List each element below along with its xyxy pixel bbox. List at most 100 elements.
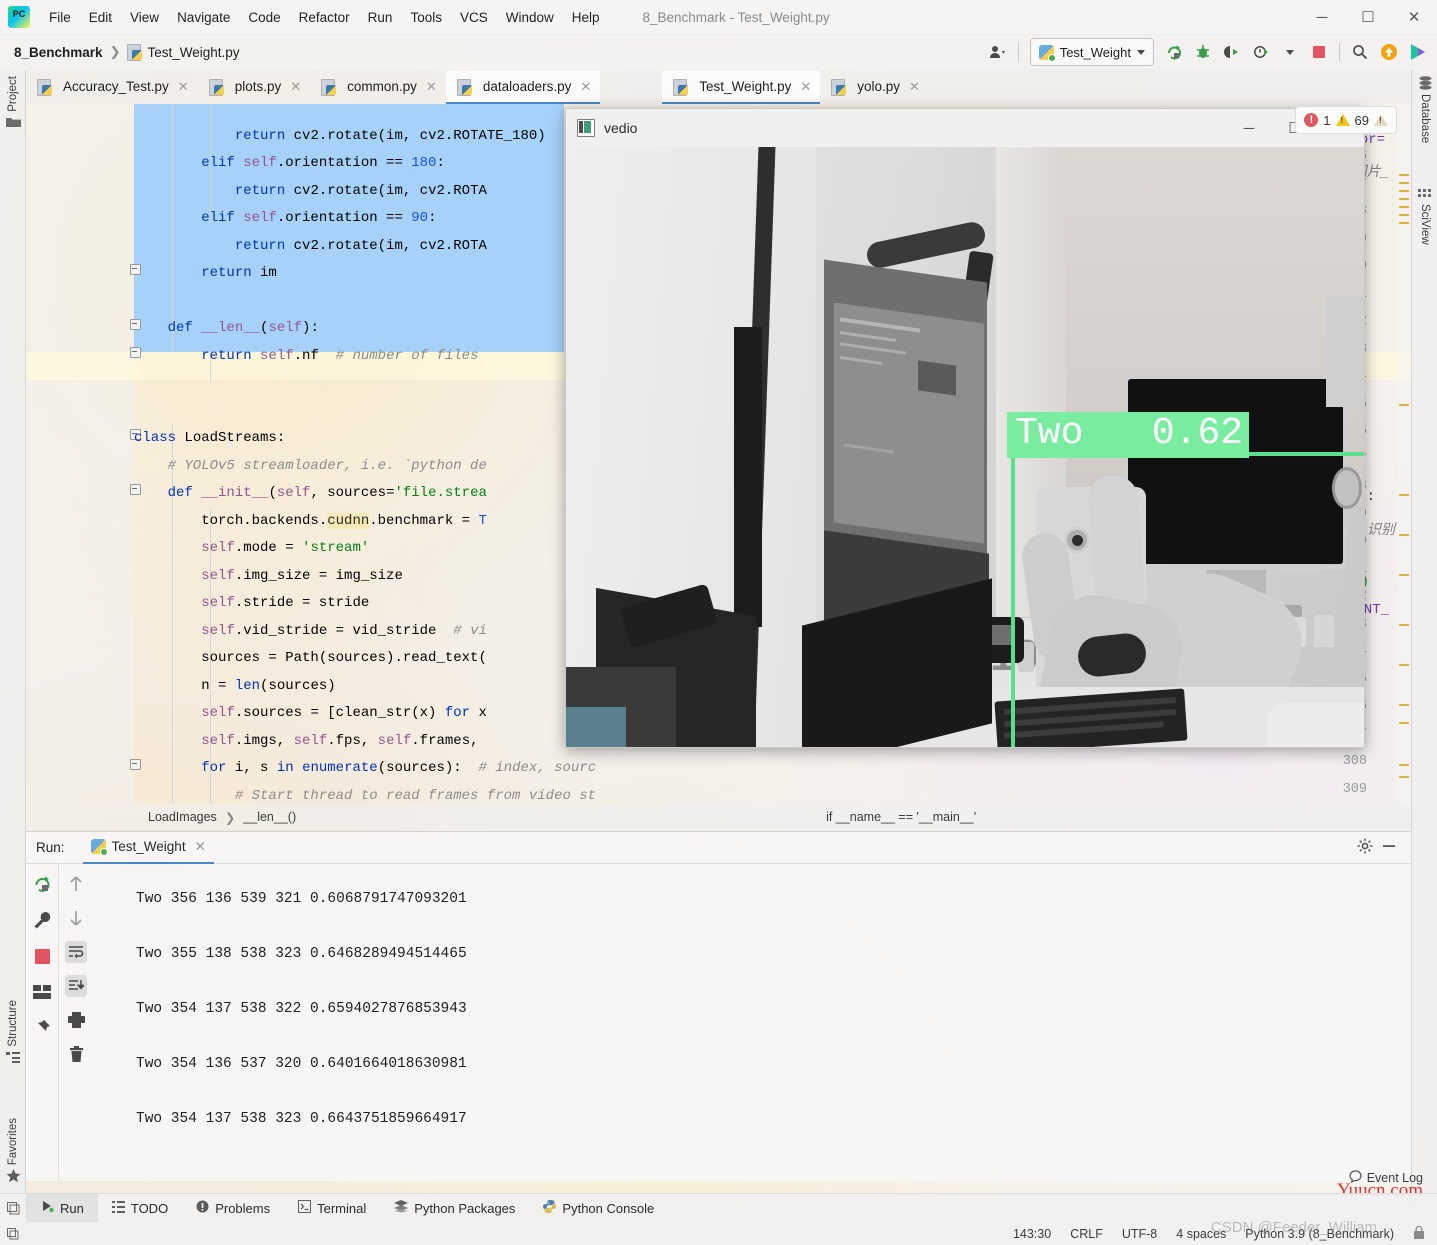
- user-avatar-icon[interactable]: [985, 39, 1011, 65]
- menu-navigate[interactable]: Navigate: [168, 6, 239, 29]
- run-coverage-icon[interactable]: [1219, 39, 1245, 65]
- sidebar-item-database[interactable]: Database: [1412, 76, 1437, 143]
- console-line: Two 355 138 538 323 0.6468289494514465: [136, 946, 467, 962]
- menu-run[interactable]: Run: [359, 6, 402, 29]
- breadcrumb-method[interactable]: __len__(): [243, 810, 296, 824]
- close-icon[interactable]: ✕: [290, 79, 301, 95]
- editor-tab-test-weight[interactable]: Test_Weight.py ✕: [662, 71, 821, 104]
- menu-help[interactable]: Help: [563, 6, 609, 29]
- close-icon[interactable]: ✕: [178, 79, 189, 95]
- window-minimize-button[interactable]: ─: [1299, 0, 1345, 34]
- caret-position[interactable]: 143:30: [1013, 1227, 1051, 1241]
- menu-refactor[interactable]: Refactor: [290, 6, 359, 29]
- menu-window[interactable]: Window: [497, 6, 563, 29]
- bottom-tab-python-packages[interactable]: Python Packages: [380, 1194, 529, 1223]
- editor-tab-common[interactable]: common.py ✕: [310, 71, 446, 104]
- editor-gutter[interactable]: [26, 104, 134, 804]
- file-encoding[interactable]: UTF-8: [1122, 1227, 1157, 1241]
- breadcrumb-file[interactable]: Test_Weight.py: [147, 45, 239, 60]
- bottom-tab-run[interactable]: Run: [27, 1193, 98, 1223]
- soft-wrap-icon[interactable]: [65, 941, 87, 963]
- minimize-icon[interactable]: [1381, 838, 1397, 857]
- rerun-icon[interactable]: [31, 873, 53, 895]
- bottom-tab-python-console[interactable]: Python Console: [529, 1194, 668, 1223]
- chevron-down-icon[interactable]: [1277, 39, 1303, 65]
- right-tool-strip: Database SciView: [1411, 70, 1437, 1207]
- csdn-watermark: CSDN @Feeder_William: [1210, 1219, 1377, 1236]
- warning-count: 69: [1354, 112, 1369, 128]
- editor-tab-label: Accuracy_Test.py: [63, 79, 169, 94]
- event-log-button[interactable]: Event Log: [1349, 1170, 1423, 1186]
- run-tool-window: Run: Test_Weight ✕ Two 356 136 539 321 0…: [26, 831, 1411, 1181]
- update-project-icon[interactable]: [1376, 39, 1402, 65]
- search-icon[interactable]: [1347, 39, 1373, 65]
- editor-tab-plots[interactable]: plots.py ✕: [198, 71, 310, 104]
- editor-error-stripe[interactable]: [1397, 104, 1411, 804]
- run-window-header-actions: [1357, 838, 1397, 857]
- window-close-button[interactable]: ✕: [1391, 0, 1437, 34]
- hide-tool-windows-icon[interactable]: [0, 1227, 26, 1240]
- run-tab-test-weight[interactable]: Test_Weight ✕: [82, 832, 214, 864]
- line-separator[interactable]: CRLF: [1070, 1227, 1103, 1241]
- clear-all-icon[interactable]: [65, 1043, 87, 1065]
- editor-tab-dataloaders[interactable]: dataloaders.py ✕: [445, 71, 601, 104]
- scroll-to-end-icon[interactable]: [65, 975, 87, 997]
- bottom-tab-label: Python Console: [562, 1200, 655, 1216]
- menu-file[interactable]: File: [40, 6, 80, 29]
- structure-icon: [6, 1051, 20, 1063]
- inspection-status-widget[interactable]: ! 1 69: [1295, 106, 1397, 134]
- close-icon[interactable]: ✕: [195, 839, 206, 855]
- lock-icon[interactable]: [1413, 1225, 1425, 1242]
- run-window-label: Run:: [36, 840, 65, 855]
- debug-icon[interactable]: [1190, 39, 1216, 65]
- console-line: Two 354 137 538 323 0.6643751859664917: [136, 1111, 467, 1127]
- stop-icon[interactable]: [31, 945, 53, 967]
- print-icon[interactable]: [65, 1009, 87, 1031]
- run-console-output[interactable]: Two 356 136 539 321 0.6068791747093201 T…: [98, 863, 1411, 1181]
- rerun-icon[interactable]: [1161, 39, 1187, 65]
- menu-code[interactable]: Code: [239, 6, 289, 29]
- toolbar-divider-2: [1339, 43, 1340, 61]
- scroll-down-icon[interactable]: [65, 907, 87, 929]
- video-window-titlebar[interactable]: vedio ─ ☐ ✕: [566, 109, 1364, 147]
- all-tool-windows-icon[interactable]: [0, 1193, 27, 1223]
- video-preview-window[interactable]: vedio ─ ☐ ✕: [565, 108, 1365, 748]
- python-file-icon: [37, 78, 52, 96]
- breadcrumb-right-scope[interactable]: if __name__ == '__main__': [826, 810, 976, 824]
- menu-vcs[interactable]: VCS: [451, 6, 497, 29]
- window-maximize-button[interactable]: ☐: [1345, 0, 1391, 34]
- close-icon[interactable]: ✕: [909, 79, 920, 95]
- scroll-up-icon[interactable]: [65, 873, 87, 895]
- sidebar-item-favorites[interactable]: Favorites: [0, 1118, 26, 1183]
- layout-icon[interactable]: [31, 981, 53, 1003]
- menu-tools[interactable]: Tools: [401, 6, 451, 29]
- sidebar-item-project[interactable]: Project: [0, 76, 26, 128]
- gear-icon[interactable]: [1357, 838, 1373, 857]
- editor-tab-yolo[interactable]: yolo.py ✕: [820, 71, 929, 104]
- run-configuration-selector[interactable]: Test_Weight: [1029, 38, 1154, 66]
- breadcrumb-project[interactable]: 8_Benchmark: [14, 45, 103, 60]
- close-icon[interactable]: ✕: [580, 79, 591, 95]
- sidebar-item-sciview[interactable]: SciView: [1412, 188, 1437, 245]
- bottom-tab-problems[interactable]: Problems: [182, 1194, 284, 1223]
- video-minimize-button[interactable]: ─: [1226, 109, 1272, 147]
- run-tab-label: Test_Weight: [111, 839, 186, 854]
- pin-icon[interactable]: [31, 1017, 53, 1039]
- close-icon[interactable]: ✕: [800, 79, 811, 95]
- editor-tab-accuracy-test[interactable]: Accuracy_Test.py ✕: [26, 71, 198, 104]
- python-file-icon: [673, 78, 689, 96]
- problems-icon: [196, 1200, 209, 1216]
- close-icon[interactable]: ✕: [426, 79, 437, 95]
- menu-edit[interactable]: Edit: [80, 6, 121, 29]
- bottom-tab-terminal[interactable]: Terminal: [284, 1194, 380, 1223]
- menu-view[interactable]: View: [121, 6, 168, 29]
- python-console-icon: [543, 1200, 557, 1216]
- sidebar-item-structure[interactable]: Structure: [0, 1000, 26, 1063]
- bottom-tab-todo[interactable]: TODO: [98, 1194, 182, 1223]
- stop-icon[interactable]: [1306, 39, 1332, 65]
- ide-services-icon[interactable]: [1405, 39, 1431, 65]
- breadcrumb-class[interactable]: LoadImages: [148, 810, 217, 824]
- profile-icon[interactable]: [1248, 39, 1274, 65]
- settings-wrench-icon[interactable]: [31, 909, 53, 931]
- left-tool-strip: Project Structure Favorites: [0, 70, 26, 1207]
